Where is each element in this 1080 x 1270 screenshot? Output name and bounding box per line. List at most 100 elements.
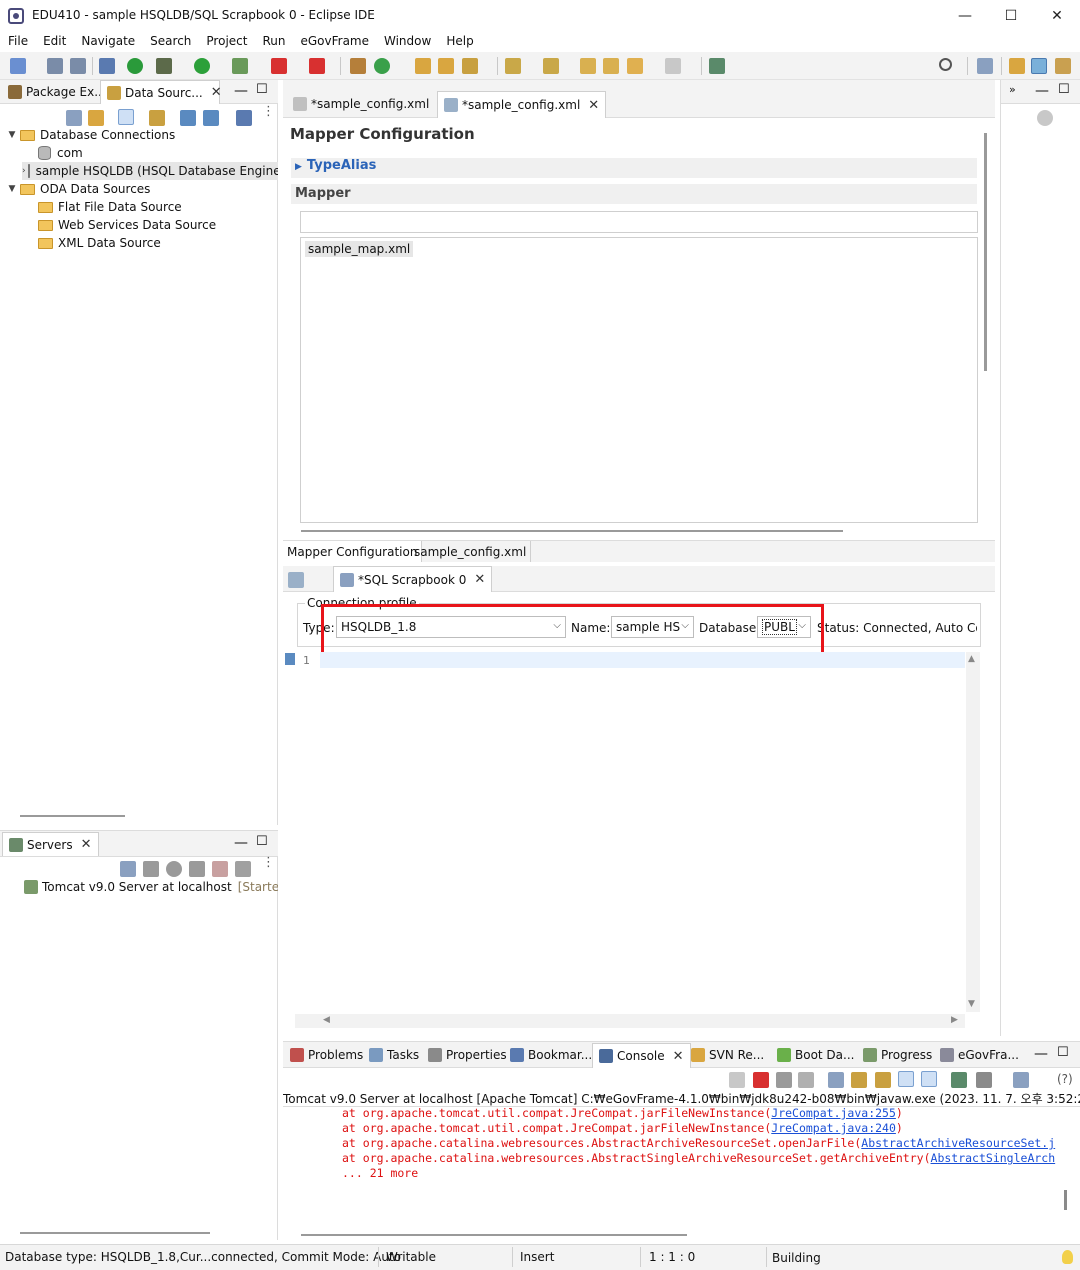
tab-properties[interactable]: Properties [422, 1043, 513, 1067]
tab-boot-dashboard[interactable]: Boot Da... [771, 1043, 860, 1067]
back-icon[interactable] [627, 58, 643, 74]
import-icon[interactable] [180, 110, 196, 126]
open-perspective-icon[interactable] [977, 58, 993, 74]
horizontal-scrollbar[interactable] [20, 1232, 210, 1234]
close-icon[interactable]: ✕ [81, 837, 92, 852]
stack-link[interactable]: AbstractSingleArch [931, 1151, 1056, 1165]
menu-run[interactable]: Run [254, 32, 292, 52]
typealias-section[interactable]: ▶ TypeAlias [291, 158, 977, 178]
current-line[interactable] [320, 652, 965, 668]
tab-mapper-configuration[interactable]: Mapper Configuration [283, 541, 423, 562]
debug-icon[interactable] [156, 58, 172, 74]
outline-icon[interactable] [1037, 110, 1053, 126]
scroll-lock-icon[interactable] [851, 1072, 867, 1088]
export-icon[interactable] [203, 110, 219, 126]
tree-web-services[interactable]: Web Services Data Source [38, 216, 216, 234]
tree-view-icon[interactable] [118, 109, 134, 125]
tab-egovframe[interactable]: eGovFra... [934, 1043, 1025, 1067]
mapper-list[interactable]: sample_map.xml [300, 237, 978, 523]
stop-icon[interactable] [271, 58, 287, 74]
scroll-right-icon[interactable]: ▶ [951, 1015, 958, 1025]
menu-egovframe[interactable]: eGovFrame [292, 32, 376, 52]
menu-window[interactable]: Window [376, 32, 438, 52]
menu-search[interactable]: Search [142, 32, 198, 52]
show-stderr-icon[interactable] [921, 1071, 937, 1087]
open-folder-icon[interactable] [438, 58, 454, 74]
stack-link[interactable]: JreCompat.java:240 [771, 1121, 896, 1135]
tab-problems[interactable]: Problems [284, 1043, 369, 1067]
pin-icon[interactable] [951, 1072, 967, 1088]
run-icon[interactable] [194, 58, 210, 74]
tab-data-source-explorer[interactable]: Data Sourc... ✕ [100, 80, 222, 104]
search-icon[interactable] [939, 58, 952, 71]
save-icon[interactable] [47, 58, 63, 74]
egov-perspective-icon[interactable] [1031, 58, 1047, 74]
tree-database-connections[interactable]: ▼ Database Connections [6, 126, 176, 144]
help-icon[interactable]: (?) [1057, 1072, 1073, 1086]
word-wrap-icon[interactable] [875, 1072, 891, 1088]
stop-server-icon[interactable] [212, 861, 228, 877]
horizontal-scrollbar[interactable] [20, 815, 125, 817]
tab-progress[interactable]: Progress [857, 1043, 938, 1067]
tab-svn[interactable]: SVN Re... [685, 1043, 770, 1067]
mapper-filter-input[interactable] [300, 211, 978, 233]
profile-server-icon[interactable] [189, 861, 205, 877]
vertical-scrollbar[interactable] [984, 133, 987, 371]
tab-sql-scrapbook[interactable]: *SQL Scrapbook 0 ✕ [333, 566, 493, 592]
collapsed-icon[interactable]: ▶ [295, 162, 302, 172]
tab-tasks[interactable]: Tasks [363, 1043, 425, 1067]
forward-edit-icon[interactable] [603, 58, 619, 74]
tab-servers[interactable]: Servers ✕ [2, 832, 99, 856]
close-button[interactable]: ✕ [1034, 0, 1080, 32]
horizontal-scrollbar[interactable] [301, 1234, 687, 1236]
start-server-icon[interactable] [166, 861, 182, 877]
debug-perspective-icon[interactable] [1055, 58, 1071, 74]
minimize-view-icon[interactable]: — [234, 83, 248, 99]
debug-server-icon[interactable] [143, 861, 159, 877]
tree-com[interactable]: com [38, 144, 83, 162]
mapper-file-icon[interactable] [288, 572, 304, 588]
pin-console-icon[interactable] [729, 1072, 745, 1088]
tree-sample-hsqldb[interactable]: › sample HSQLDB (HSQL Database Engine [22, 162, 278, 180]
new-icon[interactable] [10, 58, 26, 74]
lightbulb-icon[interactable] [1062, 1250, 1073, 1264]
prev-annotation-icon[interactable] [543, 58, 559, 74]
forward-icon[interactable] [665, 58, 681, 74]
expanded-icon[interactable]: ▼ [6, 184, 18, 194]
close-icon[interactable]: ✕ [588, 98, 599, 113]
scroll-up-icon[interactable]: ▲ [968, 654, 975, 664]
pin-icon[interactable] [709, 58, 725, 74]
minimize-button[interactable]: — [942, 0, 988, 32]
terminal-icon[interactable] [99, 58, 115, 74]
tab-source-xml[interactable]: sample_config.xml [410, 541, 532, 562]
maximize-view-icon[interactable]: ☐ [256, 834, 268, 849]
vertical-scrollbar[interactable]: ▲ ▼ [966, 652, 980, 1012]
scroll-left-icon[interactable]: ◀ [323, 1015, 330, 1025]
minimize-view-icon[interactable]: — [234, 835, 248, 851]
open-type-icon[interactable] [415, 58, 431, 74]
tab-package-explorer[interactable]: Package Ex... [2, 80, 112, 104]
scroll-down-icon[interactable]: ▼ [968, 999, 975, 1009]
close-icon[interactable]: ✕ [673, 1049, 684, 1064]
tab-sample-config-2[interactable]: *sample_config.xml ✕ [437, 91, 607, 118]
package-icon[interactable] [350, 58, 366, 74]
maximize-view-icon[interactable]: ☐ [1057, 1045, 1069, 1060]
more-options-icon[interactable]: ⋮ [262, 856, 275, 869]
collapse-all-icon[interactable] [66, 110, 82, 126]
show-views-icon[interactable]: » [1009, 83, 1016, 96]
more-options-icon[interactable]: ⋮ [262, 105, 275, 118]
terminate-icon[interactable] [309, 58, 325, 74]
view-menu-icon[interactable] [236, 110, 252, 126]
last-edit-icon[interactable] [580, 58, 596, 74]
horizontal-scrollbar[interactable]: ◀ ▶ [295, 1014, 965, 1028]
minimize-view-icon[interactable]: — [1035, 83, 1049, 99]
next-annotation-icon[interactable] [505, 58, 521, 74]
external-tools-icon[interactable] [232, 58, 248, 74]
tree-flat-file[interactable]: Flat File Data Source [38, 198, 182, 216]
expanded-icon[interactable]: ▼ [6, 130, 18, 140]
tab-bookmarks[interactable]: Bookmar... [504, 1043, 598, 1067]
display-console-icon[interactable] [976, 1072, 992, 1088]
clear-console-icon[interactable] [828, 1072, 844, 1088]
close-icon[interactable]: ✕ [474, 572, 485, 587]
stack-link[interactable]: AbstractArchiveResourceSet.j [861, 1136, 1055, 1150]
